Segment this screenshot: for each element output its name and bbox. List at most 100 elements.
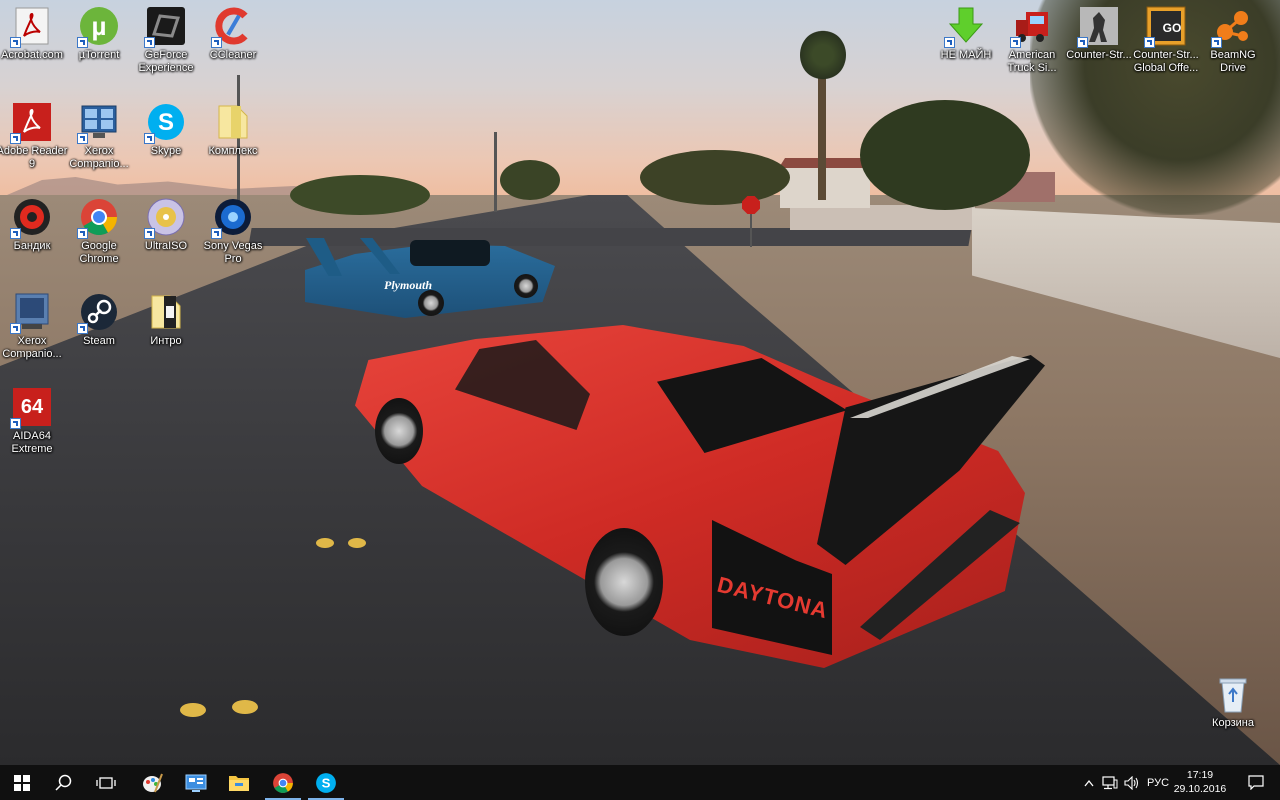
desktop-icon-american-truck-simulator[interactable]: American Truck Si... (996, 6, 1068, 75)
svg-text:GO: GO (1163, 21, 1182, 35)
desktop-icon-utorrent[interactable]: µ µTorrent (63, 6, 135, 62)
steam-icon (77, 292, 119, 334)
desktop-icon-csgo[interactable]: GO Counter-Str... Global Offe... (1130, 6, 1202, 75)
desktop-icon-intro-folder[interactable]: Интро (130, 292, 202, 348)
skype-icon: S (144, 102, 186, 144)
shortcut-arrow-icon (944, 37, 955, 48)
aida64-icon: 64 (10, 387, 52, 429)
start-button[interactable] (0, 765, 44, 800)
taskbar-chrome[interactable] (261, 765, 305, 800)
taskbar-file-explorer[interactable] (217, 765, 261, 800)
adobe-reader-icon (10, 102, 52, 144)
paint-icon (143, 773, 163, 792)
chrome-icon (77, 197, 119, 239)
desktop-icon-label: American Truck Si... (1007, 49, 1057, 74)
action-center-button[interactable] (1236, 765, 1276, 800)
task-view-button[interactable] (84, 765, 128, 800)
desktop-icon-ne-main[interactable]: НЕ МАЙН (930, 6, 1002, 62)
shortcut-arrow-icon (10, 418, 21, 429)
desktop-icon-sony-vegas-pro[interactable]: Sony Vegas Pro (197, 197, 269, 266)
desktop-icon-ccleaner[interactable]: CCleaner (197, 6, 269, 62)
ultraiso-icon (144, 197, 186, 239)
desktop-icon-label: Комплекс (208, 145, 258, 157)
desktop-icon-label: Xerox Companio... (2, 335, 62, 360)
desktop-icon-label: НЕ МАЙН (940, 49, 992, 61)
desktop-icon-geforce-experience[interactable]: GeForce Experience (130, 6, 202, 75)
desktop-icon-label: Xerox Companio... (69, 145, 129, 170)
svg-text:S: S (322, 775, 331, 790)
xerox-icon (77, 102, 119, 144)
desktop-icon-skype[interactable]: S Skype (130, 102, 202, 158)
desktop-icon-steam[interactable]: Steam (63, 292, 135, 348)
desktop-icon-label: Бандик (13, 240, 51, 252)
wallpaper-blue-car-roof (410, 240, 490, 266)
volume-tray-button[interactable] (1122, 765, 1142, 800)
search-icon (55, 774, 72, 791)
ccleaner-icon (211, 6, 253, 48)
wallpaper-tree (500, 160, 560, 200)
desktop-icon-acrobat-com[interactable]: Acrobat.com (0, 6, 68, 62)
wallpaper-wheel (418, 290, 444, 316)
desktop-icon-label: µTorrent (78, 49, 120, 61)
wallpaper-tree (860, 100, 1030, 210)
shortcut-arrow-icon (77, 133, 88, 144)
wallpaper-stop-sign (742, 196, 760, 214)
desktop-icon-label: BeamNG Drive (1210, 49, 1256, 74)
counter-strike-icon (1077, 6, 1119, 48)
svg-text:64: 64 (21, 396, 44, 418)
desktop-icon-google-chrome[interactable]: Google Chrome (63, 197, 135, 266)
desktop-icon-xerox-companion[interactable]: Xerox Companio... (63, 102, 135, 171)
wallpaper-tree (640, 150, 790, 205)
desktop-icon-adobe-reader[interactable]: Adobe Reader 9 (0, 102, 68, 171)
taskbar-control-panel[interactable] (174, 765, 218, 800)
desktop-icon-aida64[interactable]: 64 AIDA64 Extreme (0, 387, 68, 456)
desktop-icon-xerox-companion-2[interactable]: Xerox Companio... (0, 292, 68, 361)
wallpaper-sign-pole (750, 212, 752, 247)
skype-icon: S (316, 772, 336, 793)
desktop-icon-label: CCleaner (209, 49, 257, 61)
search-button[interactable] (42, 765, 86, 800)
desktop-icon-label: Корзина (1212, 717, 1254, 729)
svg-text:S: S (158, 109, 174, 136)
recycle-bin-icon (1213, 674, 1253, 714)
desktop-icon-label: AIDA64 Extreme (11, 430, 53, 455)
desktop-icon-label: Counter-Str... Global Offe... (1133, 49, 1199, 74)
shortcut-arrow-icon (144, 228, 155, 239)
wallpaper-shrubs (290, 175, 430, 215)
shortcut-arrow-icon (77, 323, 88, 334)
shortcut-arrow-icon (1211, 37, 1222, 48)
desktop-icon-bandicam[interactable]: Бандик (0, 197, 68, 253)
file-explorer-icon (229, 775, 249, 791)
shortcut-arrow-icon (10, 37, 21, 48)
network-tray-button[interactable] (1100, 765, 1120, 800)
desktop-icon-label: UltraISO (144, 240, 188, 252)
desktop-icon-label: Acrobat.com (1, 49, 63, 61)
show-hidden-icons-button[interactable] (1080, 765, 1098, 800)
wallpaper-crossroad (248, 228, 972, 246)
desktop-icon-counter-strike[interactable]: Counter-Str... (1063, 6, 1135, 62)
desktop-icon-kompleks-folder[interactable]: Комплекс (197, 102, 269, 158)
wallpaper-road-marker (180, 703, 206, 717)
folder-icon (213, 102, 253, 142)
network-icon (1102, 775, 1118, 789)
download-arrow-icon (944, 6, 986, 48)
taskbar-skype[interactable]: S (304, 765, 348, 800)
beamng-icon (1211, 6, 1253, 48)
taskbar-paint[interactable] (130, 765, 174, 800)
shortcut-arrow-icon (77, 37, 88, 48)
taskbar-clock[interactable]: 17:19 29.10.2016 (1168, 768, 1232, 796)
desktop-icon-label: Adobe Reader 9 (0, 145, 68, 170)
windows-logo-icon (14, 774, 30, 791)
desktop-icon-label: Steam (83, 335, 115, 347)
xerox-icon (10, 292, 52, 334)
desktop-icon-recycle-bin[interactable]: Корзина (1197, 674, 1269, 730)
shortcut-arrow-icon (77, 228, 88, 239)
clock-date: 29.10.2016 (1173, 783, 1227, 795)
shortcut-arrow-icon (144, 37, 155, 48)
wallpaper-road-marker (232, 700, 258, 714)
desktop-icon-beamng-drive[interactable]: BeamNG Drive (1197, 6, 1269, 75)
chevron-up-icon (1084, 779, 1094, 786)
desktop-icon-ultraiso[interactable]: UltraISO (130, 197, 202, 253)
wallpaper-road-marker (348, 538, 366, 548)
wallpaper-palm-top (800, 30, 846, 80)
